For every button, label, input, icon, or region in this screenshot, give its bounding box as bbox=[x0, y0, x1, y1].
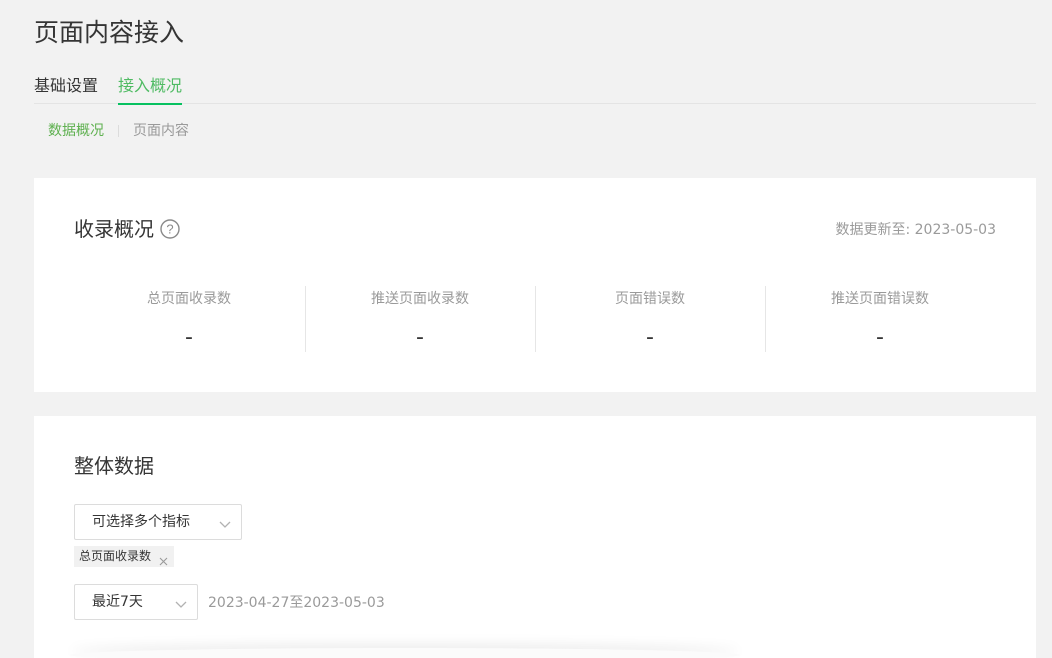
question-circle-icon[interactable]: ? bbox=[160, 219, 180, 239]
date-range: 2023-04-27至2023-05-03 bbox=[208, 595, 385, 611]
stat-label: 推送页面错误数 bbox=[831, 291, 929, 307]
subtab-page-content[interactable]: 页面内容 bbox=[133, 121, 189, 141]
stat-value: - bbox=[185, 325, 193, 350]
stat-value: - bbox=[416, 325, 424, 350]
close-icon[interactable] bbox=[159, 552, 168, 566]
subtab-divider bbox=[118, 125, 119, 137]
tab-basic-settings[interactable]: 基础设置 bbox=[34, 75, 98, 103]
stat-pushed-indexed: 推送页面收录数 - bbox=[305, 286, 535, 352]
chevron-down-icon bbox=[175, 597, 187, 608]
period-select-value: 最近7天 bbox=[92, 594, 143, 610]
chart-area-shadow bbox=[70, 648, 740, 658]
metric-select[interactable]: 可选择多个指标 bbox=[74, 504, 242, 540]
metric-select-placeholder: 可选择多个指标 bbox=[92, 514, 190, 530]
stat-label: 推送页面收录数 bbox=[371, 291, 469, 307]
overview-title: 收录概况 bbox=[74, 217, 154, 241]
main-tabs: 基础设置 接入概况 bbox=[34, 72, 1036, 105]
update-time: 数据更新至: 2023-05-03 bbox=[835, 222, 996, 238]
subtab-data-overview[interactable]: 数据概况 bbox=[48, 121, 104, 141]
stat-page-errors: 页面错误数 - bbox=[535, 286, 765, 352]
overview-card: 收录概况 ? 数据更新至: 2023-05-03 总页面收录数 - 推送页面收录… bbox=[34, 178, 1036, 392]
stat-value: - bbox=[646, 325, 654, 350]
svg-text:?: ? bbox=[166, 222, 173, 237]
stat-label: 页面错误数 bbox=[615, 291, 685, 307]
overall-title: 整体数据 bbox=[74, 454, 154, 478]
tab-access-overview[interactable]: 接入概况 bbox=[118, 75, 183, 105]
page-title: 页面内容接入 bbox=[34, 18, 185, 47]
stat-value: - bbox=[876, 325, 884, 350]
chevron-down-icon bbox=[219, 517, 231, 528]
stat-label: 总页面收录数 bbox=[147, 291, 231, 307]
stat-pushed-errors: 推送页面错误数 - bbox=[765, 286, 995, 352]
selected-metric-tag: 总页面收录数 bbox=[74, 546, 175, 567]
overall-data-card: 整体数据 可选择多个指标 总页面收录数 最近7天 2023-04-27至2023… bbox=[34, 416, 1036, 658]
tag-label: 总页面收录数 bbox=[79, 549, 152, 563]
stat-total-indexed: 总页面收录数 - bbox=[74, 286, 304, 352]
stats-row: 总页面收录数 - 推送页面收录数 - 页面错误数 - 推送页面错误数 - bbox=[74, 286, 996, 354]
period-select[interactable]: 最近7天 bbox=[74, 584, 198, 620]
